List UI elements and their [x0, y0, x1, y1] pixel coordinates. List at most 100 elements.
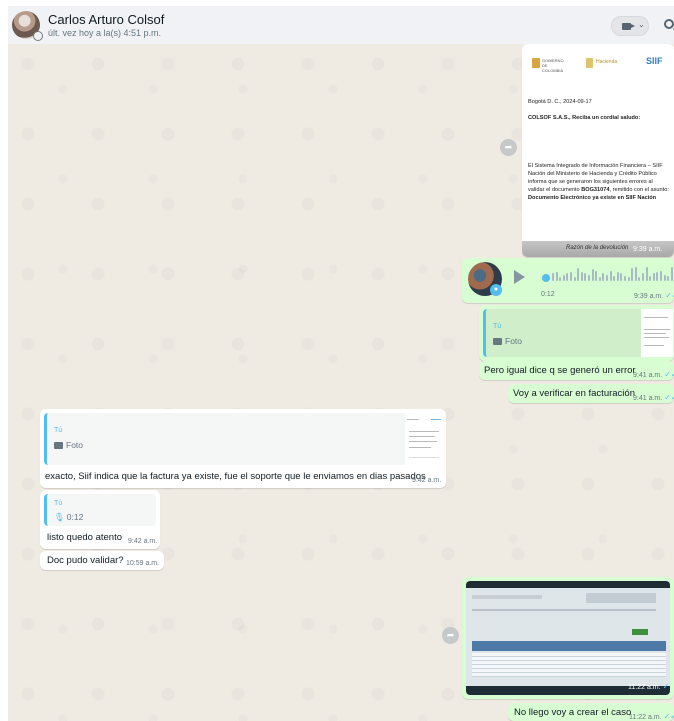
read-receipt-icon: ✓✓ [663, 712, 674, 721]
chat-area[interactable]: ➦ GOBIERNO DE COLOMBIA Hacienda SIIF Bog… [8, 44, 674, 721]
waveform-bar [577, 268, 580, 281]
waveform-bar [595, 271, 598, 281]
photo-thumbnail [405, 413, 445, 465]
document-footer: Razón de la devolución 9:39 a.m. [522, 241, 674, 257]
contact-name[interactable]: Carlos Arturo Colsof [48, 12, 164, 27]
chat-header: Carlos Arturo Colsof últ. vez hoy a la(s… [8, 6, 674, 44]
message-time: 9:42 a.m. [128, 538, 158, 545]
message-text: Voy a verificar en facturación [513, 388, 635, 399]
waveform-bar [667, 276, 670, 281]
waveform-bar [598, 277, 601, 281]
media-thumbnail[interactable]: 11:22 a.m.✓✓ [466, 581, 670, 695]
waveform-bar [602, 273, 605, 281]
waveform-bar [613, 276, 616, 281]
video-call-button[interactable]: ⌄ [611, 16, 649, 36]
waveform-bar [566, 273, 569, 281]
forward-icon[interactable]: ➦ [500, 139, 517, 156]
text-message[interactable]: Pero igual dice q se generó un error 9:4… [479, 361, 674, 380]
camera-icon [54, 442, 63, 449]
camera-icon [493, 338, 502, 345]
logo-left-text: GOBIERNO DE COLOMBIA [542, 58, 564, 73]
message-time-wrap: 9:39 a.m.✓✓ [634, 291, 674, 300]
photo-message[interactable]: 11:22 a.m.✓✓ [462, 577, 674, 699]
waveform-bar [570, 272, 572, 281]
document-logos: GOBIERNO DE COLOMBIA Hacienda SIIF [530, 56, 670, 73]
document-image-message[interactable]: GOBIERNO DE COLOMBIA Hacienda SIIF Bogot… [522, 44, 674, 257]
message-text: listo quedo atento [47, 532, 123, 543]
text-message[interactable]: No llego voy a crear el caso 11:22 a.m. ✓… [508, 703, 674, 721]
waveform-bar [660, 271, 662, 281]
message-time: 11:22 a.m. [628, 684, 661, 691]
waveform-bar [555, 272, 558, 281]
quote-label-text: Foto [505, 336, 523, 346]
document-id: BOG31074 [581, 187, 610, 193]
waveform-bar [573, 277, 576, 281]
read-receipt-icon: ✓✓ [664, 393, 674, 402]
message-time-wrap: 9:41 a.m.✓✓ [633, 393, 674, 402]
waveform-bar [627, 277, 630, 281]
quote-author: Tú [54, 427, 63, 434]
photo-reply-message[interactable]: Tú Foto [479, 305, 674, 361]
siif-logo-text: SIIF [646, 56, 663, 66]
message-time: 9:41 a.m. [633, 395, 663, 402]
microphone-icon: 🎙 [54, 512, 65, 522]
status-badge-icon [33, 31, 43, 41]
waveform-bar [631, 268, 634, 281]
waveform-bar [552, 273, 554, 281]
forward-icon[interactable]: ➦ [442, 627, 459, 644]
search-icon[interactable] [664, 19, 674, 29]
waveform-bar [591, 269, 594, 281]
waveform-bar [638, 277, 641, 281]
waveform-bar [606, 275, 608, 281]
document-subject: Documento Electrónico ya existe en SIIF … [528, 195, 657, 201]
last-seen-status: últ. vez hoy a la(s) 4:51 p.m. [48, 28, 162, 38]
waveform-bar [642, 273, 644, 281]
message-time: 11:22 a.m. [629, 714, 662, 721]
photo-reply-message[interactable]: Tú Foto exacto, Siif indica que la factu… [40, 409, 446, 488]
message-text: exacto, Siif indica que la factura ya ex… [45, 471, 426, 482]
waveform-bar [562, 275, 565, 281]
waveform-bar [584, 273, 587, 281]
message-text: Doc pudo validar? [47, 555, 124, 566]
audio-waveform[interactable] [542, 266, 674, 286]
message-time: 9:39 a.m. [634, 293, 664, 300]
photo-thumbnail [641, 309, 673, 357]
quote-author: Tú [493, 323, 502, 330]
text-message[interactable]: Voy a verificar en facturación 9:41 a.m.… [508, 384, 674, 403]
video-camera-icon [622, 23, 635, 30]
read-receipt-icon: ✓✓ [664, 370, 674, 379]
quoted-audio[interactable]: Tú 🎙 0:12 [44, 494, 156, 526]
waveform-bar [616, 272, 619, 281]
quote-author: Tú [54, 500, 63, 507]
waveform-bar [649, 276, 652, 281]
document-body-b: , remitido con el asunto: [609, 187, 669, 193]
text-message[interactable]: Doc pudo validar? 10:59 a.m. [40, 551, 164, 570]
document-date: Bogotá D. C., 2024-09-17 [528, 99, 592, 105]
waveform-bar [580, 272, 583, 281]
waveform-progress-icon[interactable] [542, 274, 550, 282]
quote-label: Foto [54, 440, 83, 450]
waveform-bar [663, 275, 666, 281]
waveform-bar [656, 272, 659, 281]
waveform-bar [609, 271, 612, 281]
audio-duration: 0:12 [541, 291, 555, 298]
quoted-photo[interactable]: Tú Foto [44, 413, 445, 465]
read-receipt-icon: ✓✓ [665, 291, 674, 300]
message-time: 9:42 a.m. [412, 477, 442, 484]
voice-message[interactable]: ● 0:12 9:39 a.m.✓✓ [462, 258, 674, 303]
audio-reply-message[interactable]: Tú 🎙 0:12 listo quedo atento 9:42 a.m. [40, 490, 160, 549]
read-receipt-icon: ✓✓ [662, 682, 670, 691]
waveform-bar [670, 267, 673, 281]
message-time-wrap: 11:22 a.m.✓✓ [628, 682, 670, 691]
message-time: 10:59 a.m. [126, 560, 160, 567]
message-time-wrap: 11:22 a.m.✓✓ [629, 712, 674, 721]
hacienda-logo-icon [586, 58, 593, 68]
colombia-logo-icon [532, 58, 540, 68]
message-time: 9:39 a.m. [633, 246, 663, 253]
waveform-bar [624, 276, 626, 281]
message-text: Pero igual dice q se generó un error [484, 365, 636, 376]
play-icon[interactable] [514, 270, 525, 284]
quote-label: 🎙 0:12 [54, 512, 83, 523]
quoted-photo[interactable]: Tú Foto [483, 309, 673, 357]
quote-label: Foto [493, 336, 522, 346]
